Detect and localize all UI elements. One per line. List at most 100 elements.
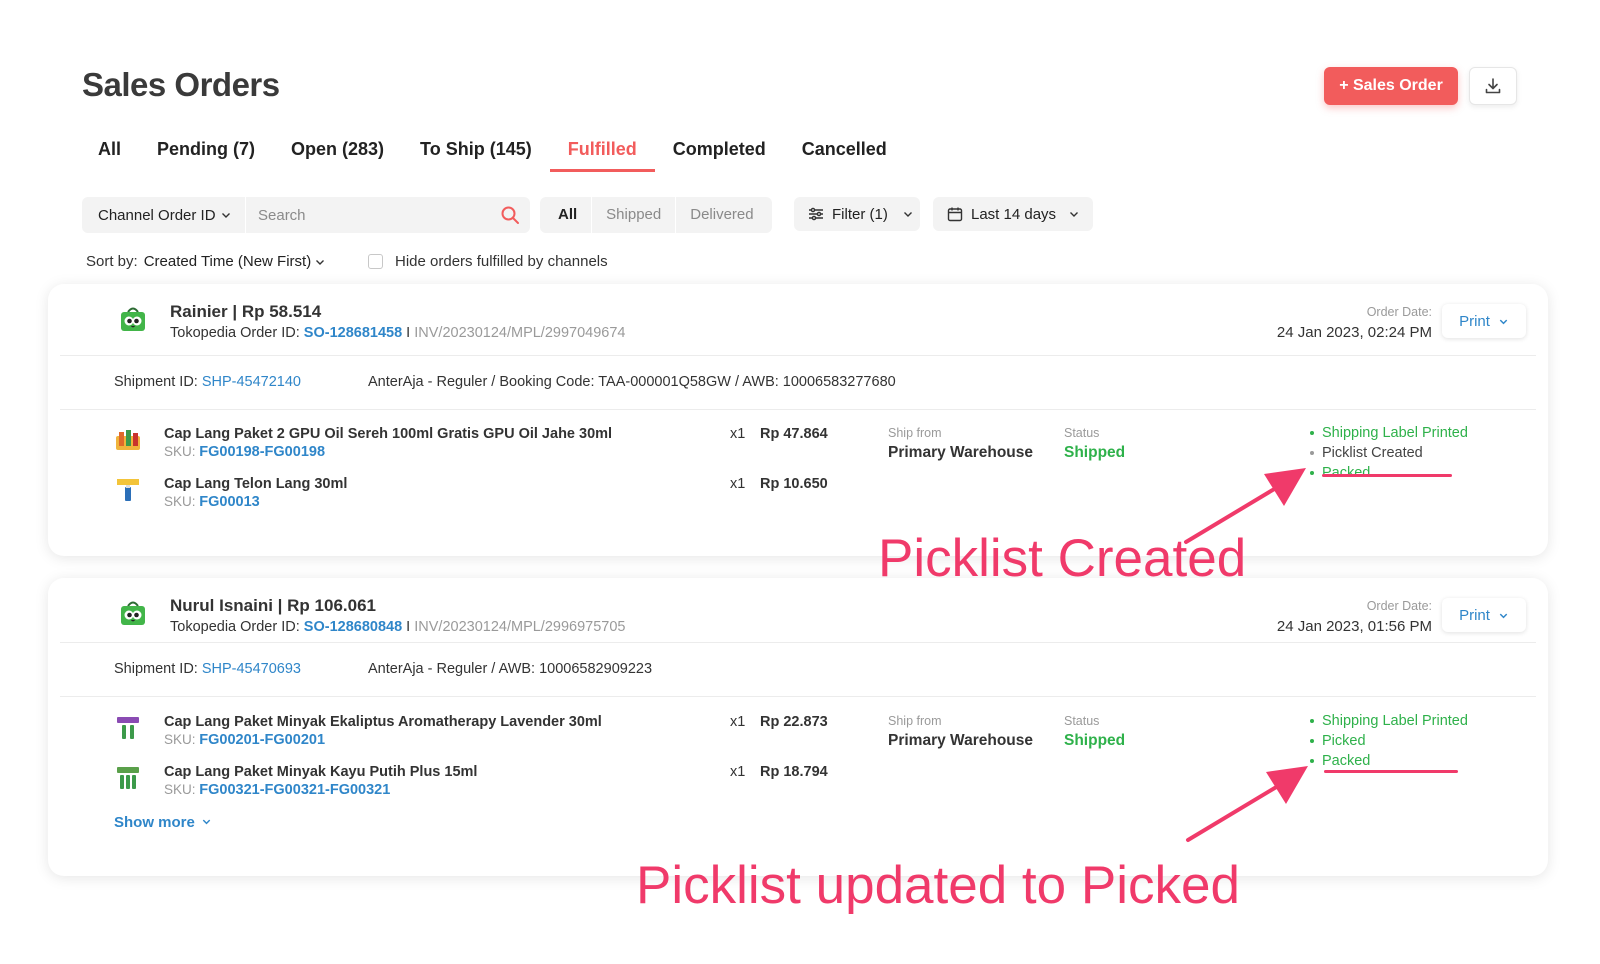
search-icon[interactable] (490, 205, 530, 225)
search-input[interactable] (246, 197, 490, 233)
product-thumbnail-icon (117, 717, 139, 739)
hide-channel-fulfilled-toggle[interactable]: Hide orders fulfilled by channels (368, 253, 608, 270)
order-date: 24 Jan 2023, 01:56 PM (1276, 618, 1432, 635)
status-label: Status (1064, 426, 1100, 440)
tab-cancelled[interactable]: Cancelled (784, 134, 905, 172)
item-quantity: x1 (730, 764, 746, 780)
divider (60, 409, 1536, 410)
item-name: Cap Lang Paket Minyak Ekaliptus Aromathe… (164, 714, 602, 730)
item-quantity: x1 (730, 714, 746, 730)
calendar-icon (947, 207, 963, 222)
date-range-label: Last 14 days (971, 205, 1057, 223)
item-sku: SKU: FG00321-FG00321-FG00321 (164, 782, 390, 798)
sort-label: Sort by: (86, 253, 138, 270)
item-sku: SKU: FG00013 (164, 494, 260, 510)
ship-from-label: Ship from (888, 426, 942, 440)
shipment-id-link[interactable]: SHP-45470693 (202, 661, 301, 677)
sku-link[interactable]: FG00013 (199, 494, 259, 510)
tab-to-ship[interactable]: To Ship (145) (402, 134, 550, 172)
print-label: Print (1459, 606, 1490, 624)
shipment-status-segment: All Shipped Delivered (540, 197, 772, 233)
step-shipping-label-printed: Shipping Label Printed (1310, 423, 1468, 443)
chevron-down-icon (316, 259, 325, 265)
order-ids: Tokopedia Order ID: SO-128681458 I INV/2… (170, 325, 625, 341)
product-thumbnail-icon (117, 767, 139, 789)
item-price: Rp 22.873 (760, 714, 828, 730)
ship-from-value: Primary Warehouse (888, 732, 1034, 749)
divider (60, 642, 1536, 643)
annotation-underline (1322, 474, 1452, 477)
shipment-label: Shipment ID: (114, 661, 202, 677)
sku-label: SKU: (164, 732, 200, 747)
date-range-button[interactable]: Last 14 days (933, 197, 1093, 231)
channel-order-id-select[interactable]: Channel Order ID (82, 197, 246, 233)
page-title: Sales Orders (82, 66, 280, 103)
order-date-label: Order Date: (1366, 305, 1432, 319)
channel-order-label: Tokopedia Order ID: (170, 325, 304, 341)
status-tabs: All Pending (7) Open (283) To Ship (145)… (80, 134, 905, 172)
status-label: Status (1064, 714, 1100, 728)
add-sales-order-button[interactable]: + Sales Order (1324, 67, 1458, 105)
sales-order-link[interactable]: SO-128680848 (304, 619, 402, 635)
sku-label: SKU: (164, 782, 200, 797)
channel-order-label: Tokopedia Order ID: (170, 619, 304, 635)
item-quantity: x1 (730, 426, 746, 442)
sku-link[interactable]: FG00321-FG00321-FG00321 (199, 782, 390, 798)
show-more-label: Show more (114, 814, 195, 831)
courier-info: AnterAja - Reguler / AWB: 10006582909223 (368, 661, 653, 677)
item-price: Rp 47.864 (760, 426, 828, 442)
tab-all[interactable]: All (80, 134, 139, 172)
search-bar: Channel Order ID (82, 197, 530, 233)
order-date-label: Order Date: (1366, 599, 1432, 613)
tokopedia-logo-icon (121, 307, 145, 331)
hide-channel-fulfilled-checkbox[interactable] (368, 254, 383, 269)
segment-shipped[interactable]: Shipped (592, 197, 675, 233)
status-value: Shipped (1064, 444, 1126, 461)
shipment-info: Shipment ID: SHP-45470693 (114, 661, 301, 677)
show-more-link[interactable]: Show more (114, 814, 212, 831)
order-date: 24 Jan 2023, 02:24 PM (1276, 324, 1432, 341)
sales-order-link[interactable]: SO-128681458 (304, 325, 402, 341)
tab-fulfilled[interactable]: Fulfilled (549, 134, 655, 172)
step-picklist-created: Picklist Created (1310, 443, 1468, 463)
segment-all[interactable]: All (544, 197, 591, 233)
invoice-number: INV/20230124/MPL/2997049674 (414, 325, 626, 341)
segment-delivered[interactable]: Delivered (676, 197, 767, 233)
annotation-picklist-updated: Picklist updated to Picked (636, 856, 1240, 915)
ship-from-value: Primary Warehouse (888, 444, 1034, 461)
tab-completed[interactable]: Completed (655, 134, 784, 172)
sku-label: SKU: (164, 444, 200, 459)
divider (60, 696, 1536, 697)
sku-link[interactable]: FG00198-FG00198 (199, 444, 325, 460)
shipment-id-link[interactable]: SHP-45472140 (202, 374, 301, 390)
status-value: Shipped (1064, 732, 1126, 749)
sort-dropdown[interactable]: Sort by: Created Time (New First) (86, 253, 326, 270)
sliders-icon (809, 207, 823, 221)
buyer-summary: Rainier | Rp 58.514 (170, 302, 322, 321)
tokopedia-logo-icon (121, 601, 145, 625)
step-packed: Packed (1310, 751, 1468, 771)
item-name: Cap Lang Telon Lang 30ml (164, 476, 348, 492)
item-price: Rp 18.794 (760, 764, 828, 780)
item-sku: SKU: FG00201-FG00201 (164, 732, 325, 748)
item-name: Cap Lang Paket Minyak Kayu Putih Plus 15… (164, 764, 478, 780)
tab-open[interactable]: Open (283) (273, 134, 402, 172)
divider (60, 355, 1536, 356)
chevron-down-icon (903, 212, 912, 217)
shipment-info: Shipment ID: SHP-45472140 (114, 374, 301, 390)
sku-link[interactable]: FG00201-FG00201 (199, 732, 325, 748)
shipment-label: Shipment ID: (114, 374, 202, 390)
id-separator: I (402, 325, 415, 341)
chevron-down-icon (1070, 212, 1079, 217)
filter-button[interactable]: Filter (1) (794, 197, 920, 231)
print-button[interactable]: Print (1442, 304, 1526, 338)
print-button[interactable]: Print (1442, 598, 1526, 632)
sku-label: SKU: (164, 494, 200, 509)
product-thumbnail-icon (117, 479, 139, 501)
sort-value: Created Time (New First) (143, 253, 312, 270)
filter-label: Filter (1) (832, 205, 888, 223)
download-button[interactable] (1469, 67, 1517, 105)
tab-pending[interactable]: Pending (7) (139, 134, 273, 172)
ship-from-label: Ship from (888, 714, 942, 728)
item-name: Cap Lang Paket 2 GPU Oil Sereh 100ml Gra… (164, 426, 613, 442)
